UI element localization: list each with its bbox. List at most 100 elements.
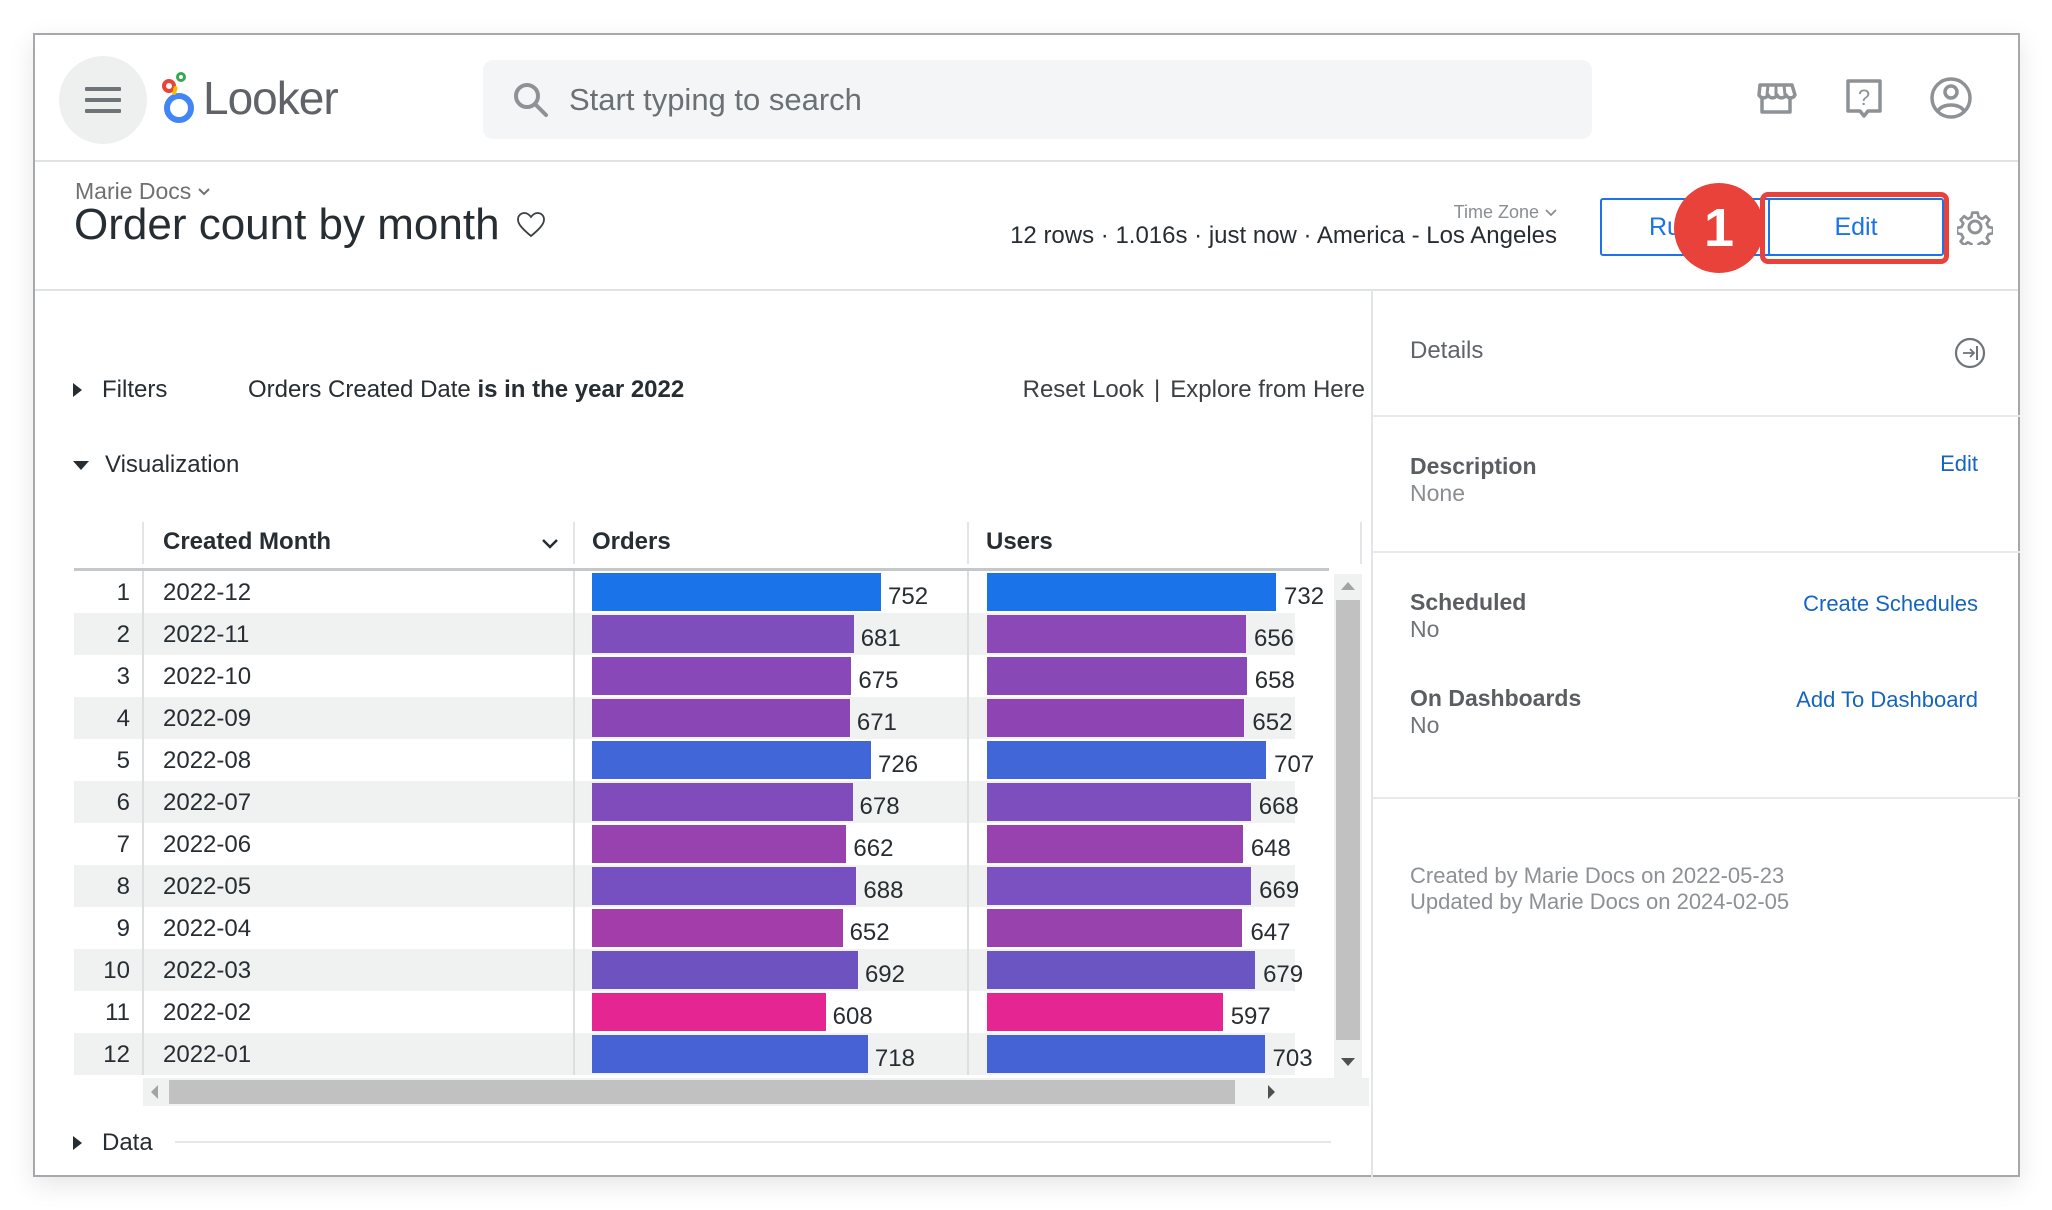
orders-bar[interactable]: [592, 909, 843, 947]
column-header-users[interactable]: Users: [986, 528, 1053, 556]
filters-toggle[interactable]: Filters: [73, 376, 167, 404]
orders-bar[interactable]: [592, 657, 852, 695]
cell-created-month[interactable]: 2022-11: [163, 621, 249, 649]
search-input[interactable]: [569, 81, 1469, 118]
row-divider: [142, 1033, 144, 1075]
horizontal-scroll-thumb[interactable]: [169, 1080, 1235, 1104]
table-row[interactable]: 11 2022-02 608 597: [74, 991, 1295, 1033]
column-divider: [967, 949, 969, 991]
caret-right-icon: [73, 1136, 82, 1150]
scheduled-label: Scheduled: [1410, 589, 1527, 615]
orders-bar[interactable]: [592, 951, 858, 989]
scroll-left-arrow-icon[interactable]: [151, 1085, 158, 1099]
row-number: 3: [116, 663, 130, 690]
horizontal-scrollbar[interactable]: [143, 1078, 1369, 1106]
cell-created-month[interactable]: 2022-05: [163, 873, 251, 901]
search-icon: [514, 82, 548, 117]
menu-icon-line: [85, 98, 121, 102]
schedules-dashboards-section: Scheduled No Create Schedules On Dashboa…: [1373, 553, 2020, 799]
users-bar[interactable]: [987, 615, 1246, 653]
users-bar[interactable]: [987, 867, 1252, 905]
orders-bar[interactable]: [592, 741, 871, 779]
create-schedules-link[interactable]: Create Schedules: [1803, 591, 1978, 617]
cell-created-month[interactable]: 2022-06: [163, 831, 251, 859]
users-bar[interactable]: [987, 741, 1267, 779]
orders-bar[interactable]: [592, 615, 854, 653]
orders-value: 608: [832, 1003, 873, 1030]
table-row[interactable]: 9 2022-04 652 647: [74, 907, 1295, 949]
scroll-up-arrow-icon[interactable]: [1341, 582, 1355, 590]
table-row[interactable]: 7 2022-06 662 648: [74, 823, 1295, 865]
orders-bar[interactable]: [592, 699, 850, 737]
vertical-scrollbar[interactable]: [1334, 574, 1362, 1078]
cell-created-month[interactable]: 2022-04: [163, 915, 251, 943]
table-row[interactable]: 3 2022-10 675 658: [74, 655, 1295, 697]
favorite-heart-icon[interactable]: [516, 211, 546, 239]
users-bar[interactable]: [987, 1035, 1265, 1073]
help-icon[interactable]: ?: [1841, 75, 1887, 121]
column-header-created-month[interactable]: Created Month: [163, 528, 331, 556]
orders-bar[interactable]: [592, 825, 847, 863]
account-icon[interactable]: [1928, 75, 1974, 121]
visualization-toggle[interactable]: Visualization: [73, 451, 239, 479]
column-divider: [1360, 522, 1362, 564]
explore-from-here-link[interactable]: Explore from Here: [1170, 376, 1365, 404]
main-menu-button[interactable]: [59, 56, 147, 144]
column-divider: [967, 697, 969, 739]
column-header-orders[interactable]: Orders: [592, 528, 671, 556]
row-number: 9: [116, 915, 130, 942]
table-row[interactable]: 8 2022-05 688 669: [74, 865, 1299, 907]
users-bar[interactable]: [987, 993, 1223, 1031]
looker-logo[interactable]: Looker: [161, 71, 339, 125]
cell-created-month[interactable]: 2022-08: [163, 747, 251, 775]
cell-created-month[interactable]: 2022-09: [163, 705, 251, 733]
gear-icon[interactable]: [1957, 209, 1993, 245]
add-to-dashboard-link[interactable]: Add To Dashboard: [1796, 687, 1978, 713]
scroll-down-arrow-icon[interactable]: [1341, 1058, 1355, 1066]
column-divider: [573, 697, 575, 739]
users-bar[interactable]: [987, 657, 1247, 695]
cell-created-month[interactable]: 2022-10: [163, 663, 251, 691]
filter-summary: Orders Created Date is in the year 2022: [248, 376, 684, 404]
sort-chevron-down-icon[interactable]: [541, 538, 559, 550]
orders-bar[interactable]: [592, 1035, 868, 1073]
scroll-right-arrow-icon[interactable]: [1268, 1085, 1275, 1099]
table-row[interactable]: 2 2022-11 681 656: [74, 613, 1295, 655]
row-number: 2: [116, 621, 130, 648]
collapse-panel-icon[interactable]: [1954, 337, 1986, 369]
orders-value: 681: [860, 625, 901, 652]
orders-value: 652: [849, 919, 890, 946]
users-bar[interactable]: [987, 573, 1276, 611]
time-zone-dropdown[interactable]: Time Zone: [1454, 202, 1557, 223]
cell-created-month[interactable]: 2022-01: [163, 1041, 251, 1069]
cell-created-month[interactable]: 2022-02: [163, 999, 251, 1027]
users-bar[interactable]: [987, 909, 1243, 947]
table-row[interactable]: 10 2022-03 692 679: [74, 949, 1303, 991]
orders-bar[interactable]: [592, 573, 881, 611]
table-row[interactable]: 1 2022-12 752 732: [74, 571, 1324, 613]
edit-description-link[interactable]: Edit: [1940, 451, 1978, 477]
cell-created-month[interactable]: 2022-07: [163, 789, 251, 817]
users-value: 658: [1254, 667, 1295, 694]
data-toggle[interactable]: Data: [73, 1129, 153, 1157]
reset-look-link[interactable]: Reset Look: [1023, 376, 1144, 404]
orders-bar[interactable]: [592, 993, 826, 1031]
vertical-scroll-thumb[interactable]: [1336, 600, 1360, 1040]
cell-created-month[interactable]: 2022-12: [163, 579, 251, 607]
column-divider: [573, 655, 575, 697]
users-bar[interactable]: [987, 951, 1256, 989]
users-bar[interactable]: [987, 699, 1245, 737]
search-bar[interactable]: [483, 60, 1592, 139]
marketplace-icon[interactable]: [1753, 75, 1799, 121]
table-row[interactable]: 6 2022-07 678 668: [74, 781, 1299, 823]
orders-bar[interactable]: [592, 783, 853, 821]
edit-button[interactable]: Edit: [1768, 198, 1944, 256]
table-row[interactable]: 12 2022-01 718 703: [74, 1033, 1313, 1075]
table-row[interactable]: 5 2022-08 726 707: [74, 739, 1314, 781]
orders-bar[interactable]: [592, 867, 857, 905]
users-bar[interactable]: [987, 783, 1251, 821]
row-divider: [142, 823, 144, 865]
cell-created-month[interactable]: 2022-03: [163, 957, 251, 985]
table-row[interactable]: 4 2022-09 671 652: [74, 697, 1295, 739]
users-bar[interactable]: [987, 825, 1243, 863]
